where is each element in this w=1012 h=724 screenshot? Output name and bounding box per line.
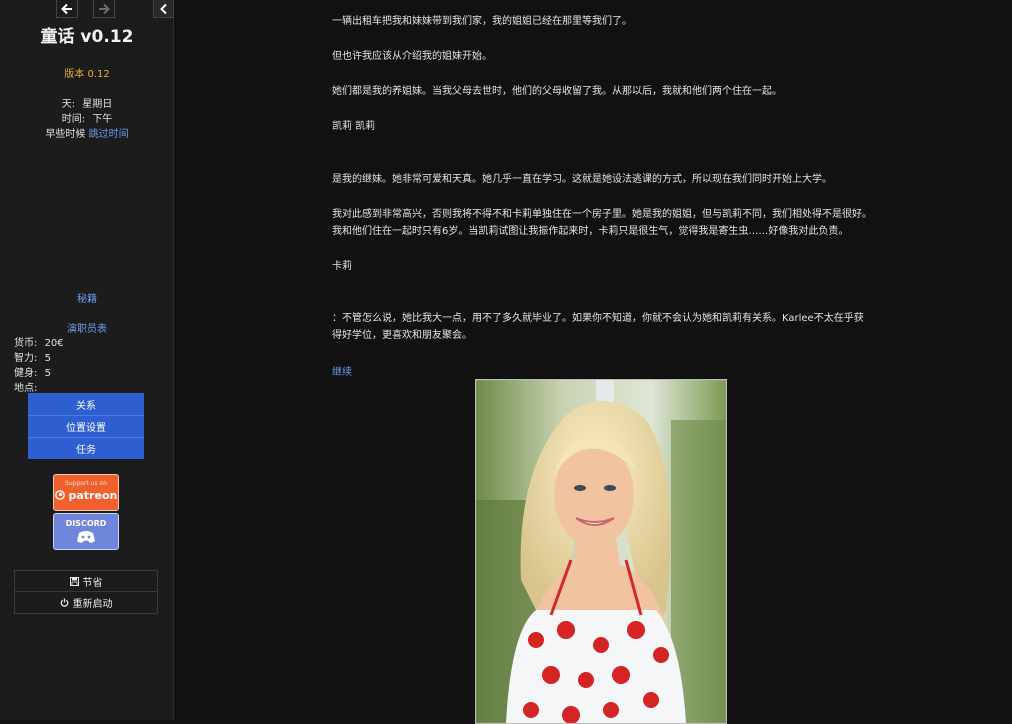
stat-value: 20€	[44, 338, 64, 349]
stat-money: 货币: 20€	[14, 334, 64, 349]
sidebar-collapse-button[interactable]	[153, 0, 174, 18]
discord-icon	[77, 531, 95, 543]
restart-label: 重新启动	[72, 599, 113, 610]
stat-location: 地点:	[14, 379, 37, 394]
day-row: 天: 星期日	[0, 95, 174, 110]
tasks-button[interactable]: 任务	[28, 437, 144, 459]
character-portrait	[475, 379, 727, 724]
power-icon	[60, 598, 68, 607]
stat-intelligence: 智力: 5	[14, 349, 51, 364]
story-paragraph: 我对此感到非常高兴，否则我将不得不和卡莉单独住在一个房子里。她是我的姐姐，但与凯…	[332, 209, 872, 237]
forward-button[interactable]	[93, 0, 115, 18]
arrow-right-icon	[99, 3, 110, 14]
day-value: 星期日	[82, 99, 113, 110]
time-row: 时间: 下午	[0, 110, 174, 125]
chevron-left-icon	[159, 3, 167, 14]
restart-button[interactable]: 重新启动	[14, 592, 158, 614]
patreon-tagline: Support us on	[65, 480, 107, 487]
story-panel: 一辆出租车把我和妹妹带到我们家，我的姐姐已经在那里等我们了。 但也许我应该从介绍…	[175, 0, 1012, 724]
skip-time-row: 早些时候 跳过时间	[0, 125, 174, 140]
story-title: 童话 v0.12	[40, 27, 134, 47]
relations-button[interactable]: 关系	[28, 393, 144, 415]
time-label: 时间:	[61, 114, 86, 125]
patreon-name: patreon	[68, 489, 118, 502]
location-settings-button[interactable]: 位置设置	[28, 415, 144, 437]
stat-value: 5	[44, 368, 51, 379]
story-paragraph: 是我的继妹。她非常可爱和天真。她几乎一直在学习。这就是她设法逃课的方式，所以现在…	[332, 174, 832, 185]
portrait-image	[476, 380, 726, 723]
arrow-left-icon	[61, 3, 72, 14]
skip-time-link[interactable]: 跳过时间	[89, 129, 129, 140]
day-label: 天:	[61, 99, 76, 110]
time-value: 下午	[92, 114, 113, 125]
story-paragraph: 她们都是我的养姐妹。当我父母去世时，他们的父母收留了我。从那以后，我就和他们两个…	[332, 86, 782, 97]
cheats-link[interactable]: 秘籍	[0, 290, 174, 305]
character-name: 凯莉 凯莉	[332, 121, 376, 132]
patreon-logo-text: patreon	[54, 489, 118, 502]
patreon-button[interactable]: Support us on patreon	[53, 474, 119, 511]
continue-link[interactable]: 继续	[332, 363, 352, 378]
floppy-disk-icon	[69, 576, 79, 586]
later-text: 早些时候	[45, 129, 86, 140]
stat-label: 货币:	[14, 338, 38, 349]
save-label: 节省	[82, 577, 103, 589]
cast-link[interactable]: 演职员表	[0, 320, 174, 335]
back-button[interactable]	[56, 0, 78, 18]
story-paragraph: 一辆出租车把我和妹妹带到我们家，我的姐姐已经在那里等我们了。	[332, 16, 632, 27]
story-paragraph: 但也许我应该从介绍我的姐妹开始。	[332, 51, 492, 62]
sidebar: 童话 v0.12 版本 0.12 天: 星期日 时间: 下午 早些时候 跳过时间…	[0, 0, 174, 720]
stat-label: 健身:	[14, 368, 38, 379]
discord-button[interactable]: DISCORD	[53, 513, 119, 550]
stat-value: 5	[44, 353, 51, 364]
patreon-icon	[54, 490, 65, 500]
story-version: 版本 0.12	[64, 69, 110, 80]
save-button[interactable]: 节省	[14, 570, 158, 592]
discord-name: DISCORD	[65, 519, 107, 528]
stat-fitness: 健身: 5	[14, 364, 51, 379]
character-name: 卡莉	[332, 261, 352, 272]
stat-label: 智力:	[14, 353, 38, 364]
story-paragraph: ：不管怎么说，她比我大一点，用不了多久就毕业了。如果你不知道，你就不会认为她和凯…	[332, 313, 864, 341]
